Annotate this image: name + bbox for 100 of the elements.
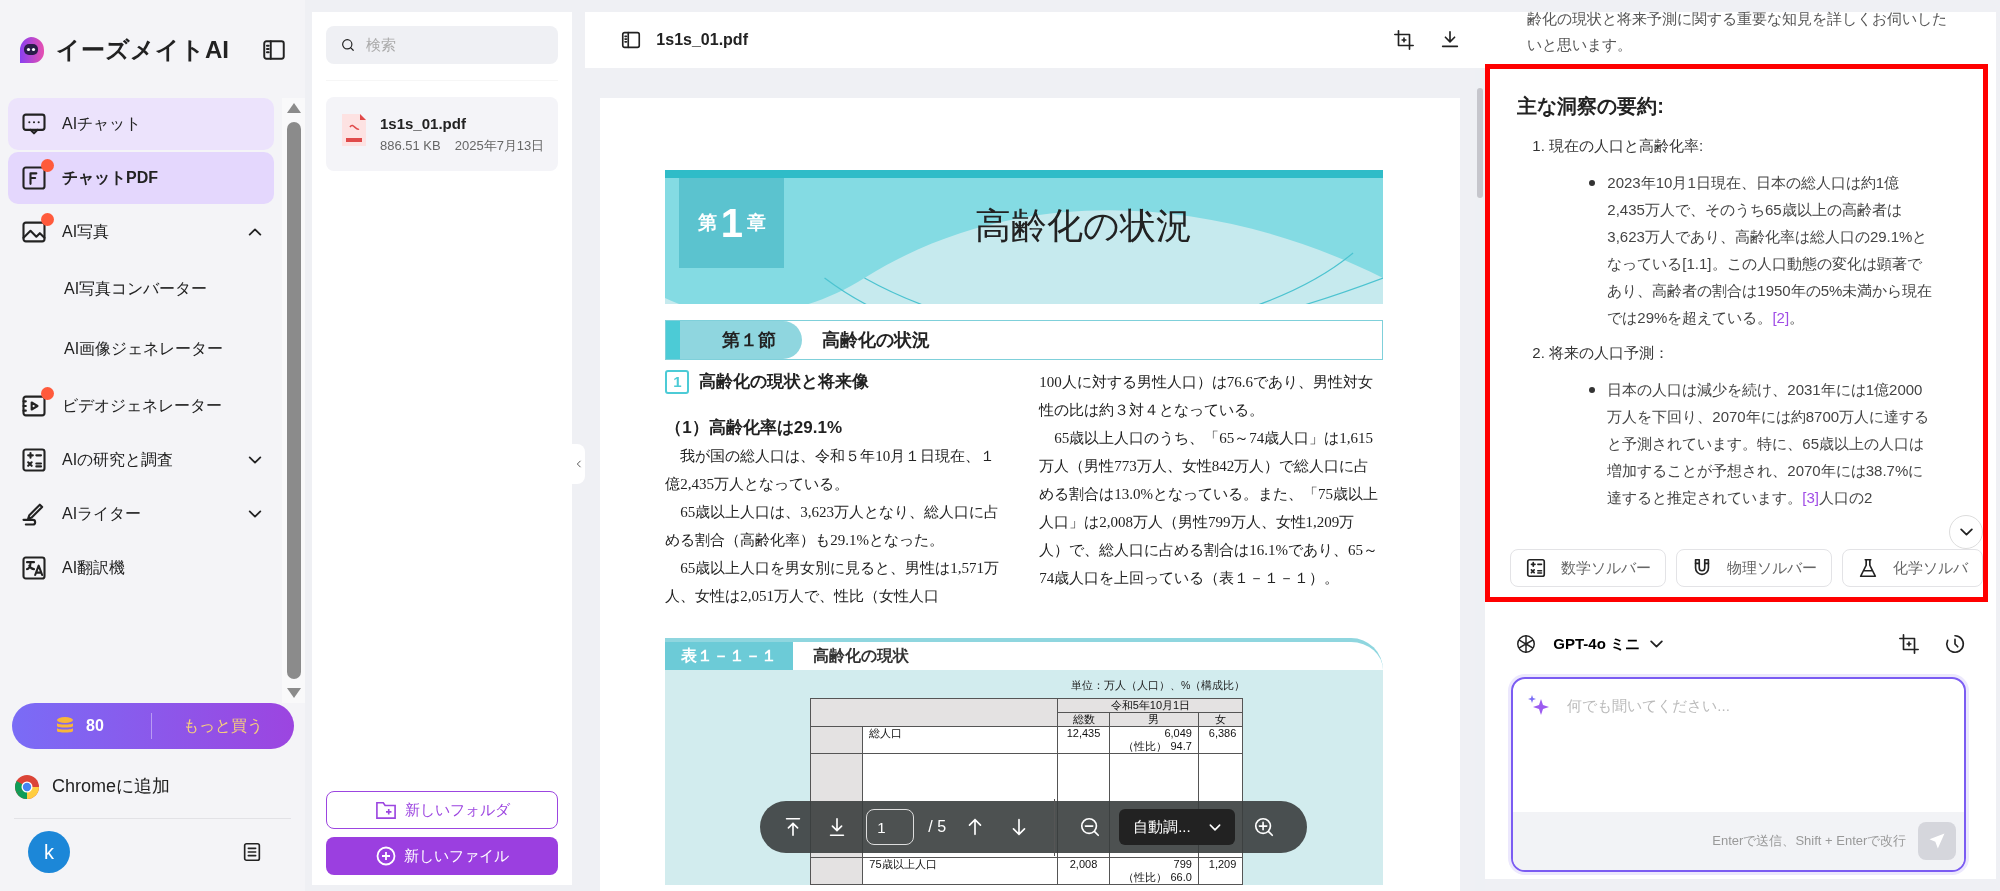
sidebar-item[interactable]: AIの研究と調査 [8, 434, 274, 486]
file-date: 2025年7月13日 [454, 136, 545, 155]
paragraph: 65歳以上人口のうち、「65～74歳人口」は1,615万人（男性773万人、女性842万人）で総人口に占める割合は13.0%となっている。また、「75歳以上人口」は2,008万人（男性799万人、女性1,209万人）で、総人口に占める割合は16.1%であり、65～74歳人口を上回っている（表１－１－１）。 [1039, 429, 1380, 588]
credits-button[interactable]: 80 もっと買う [12, 703, 294, 749]
table-label: 表１－１－１ [665, 642, 794, 670]
chevron-down-icon [248, 510, 262, 518]
solver-chip[interactable]: 数学ソルバー [1510, 549, 1667, 587]
table-cell-text: 799 [1172, 857, 1192, 871]
table-cell: 6,386 [1208, 726, 1237, 739]
sidebar-item[interactable]: AI翻訳機 [8, 542, 274, 594]
bullet-icon [1589, 387, 1596, 393]
new-folder-button[interactable]: 新しいフォルダ [326, 791, 559, 829]
search-field[interactable]: 検索 [326, 26, 559, 64]
history-icon[interactable] [1944, 633, 1967, 656]
table-cell: 66.0 [1170, 870, 1192, 883]
table-cell: 12,435 [1066, 726, 1101, 739]
sidebar-item[interactable]: AIライター [8, 488, 274, 540]
paragraph: 65歳以上人口を男女別に見ると、男性は1,571万人、女性は2,051万人で、性比（女性人口 [665, 559, 1001, 606]
solver-chip[interactable]: 化学ソルバ [1842, 549, 1984, 587]
subsection-title: 高齢化の現状と将来像 [699, 371, 870, 393]
sidebar-toggle-icon[interactable] [620, 29, 643, 51]
paragraph: 65歳以上人口は、3,623万人となり、総人口に占める割合（高齢化率）も29.1%となった。 [665, 503, 1001, 550]
chevron-down-icon [1650, 640, 1664, 649]
row-label: 総人口 [862, 726, 1058, 754]
sidebar-item[interactable]: AIチャット [8, 98, 274, 150]
citation-link[interactable]: [2] [1772, 309, 1790, 326]
scrollbar-thumb[interactable] [1477, 88, 1484, 198]
paragraph: 我が国の総人口は、令和５年10月１日現在、１億2,435万人となっている。 [665, 447, 997, 494]
bullet-text: 日本の人口は減少を続け、2031年には1億2000万人を下回り、2070年には約8700万人に達すると予測されています。特に、65歳以上の人口は増加することが予想され、2070年には38.7%に達すると推定されています。[3]人口の2 [1607, 380, 1931, 508]
file-item[interactable]: 1s1s_01.pdf 886.51 KB 2025年7月13日 [326, 97, 559, 171]
citation-link[interactable]: [3] [1802, 489, 1820, 506]
sidebar-subitem[interactable]: AI写真コンバーター [8, 260, 274, 318]
table-unit-note: 単位：万人（人口）、%（構成比） [1070, 678, 1246, 693]
translate-icon [20, 554, 48, 582]
section-title: 高齢化の状況 [821, 328, 931, 352]
sidebar-item[interactable]: チャットPDF [8, 152, 274, 204]
list-icon[interactable] [241, 841, 263, 863]
search-input[interactable]: 検索 [363, 32, 545, 58]
search-icon [340, 36, 356, 54]
table-cell: 1,209 [1208, 857, 1237, 870]
zoom-dropdown[interactable]: 自動調... [1119, 809, 1235, 845]
row-label: 75歳以上人口 [862, 857, 1058, 885]
scroll-down-button[interactable] [1949, 515, 1984, 549]
chapter-label: 第 [697, 210, 717, 235]
sidebar-item[interactable]: AI写真 [8, 206, 274, 258]
table-cell-text: 6,049 [1163, 726, 1192, 740]
bullet-text: 2023年10月1日現在、日本の総人口は約1億2,435万人で、そのうち65歳以上の高齢者は3,623万人であり、高齢化率は総人口の29.1%となっている[1.1]。この人口動態の変化は顕著であり、高齢者の割合は1950年の5%未満から現在では29%を超えている。[2]。 [1607, 173, 1934, 328]
page-number-field[interactable]: 1 [866, 809, 915, 845]
column-header: 令和5年10月1日 [1057, 698, 1243, 713]
chapter-label: 章 [746, 210, 766, 235]
scrollbar[interactable] [282, 98, 305, 703]
file-size: 886.51 KB [380, 136, 441, 155]
scroll-up-icon[interactable] [285, 102, 302, 114]
zoom-out-icon[interactable] [1079, 816, 1102, 838]
new-file-button[interactable]: 新しいファイル [326, 837, 559, 875]
ratio-label: （性比） [1123, 870, 1168, 883]
chevron-down-icon [248, 456, 262, 464]
calculator-icon [1525, 557, 1548, 579]
folder-plus-icon [374, 800, 397, 820]
file-name: 1s1s_01.pdf [380, 114, 467, 134]
table-cell: 94.7 [1170, 739, 1192, 752]
document-title: 1s1s_01.pdf [656, 30, 748, 50]
input-hint: Enterで送信、Shift + Enterで改行 [1712, 831, 1907, 850]
chevron-up-icon [248, 228, 262, 236]
ratio-label: （性比） [1123, 739, 1168, 752]
subsection-number: 1 [665, 370, 690, 394]
section-label: 第１節 [666, 321, 803, 359]
page-total: / 5 [928, 817, 947, 837]
pdf-file-icon [340, 113, 368, 147]
crop-icon[interactable] [1393, 29, 1416, 51]
zoom-in-icon[interactable] [1252, 816, 1275, 838]
collapse-handle[interactable] [572, 444, 586, 484]
plus-circle-icon [375, 846, 396, 866]
scroll-down-icon[interactable] [285, 687, 302, 699]
brand-name: イーズメイトAI [56, 35, 229, 65]
add-to-chrome-link[interactable]: Chromeに追加 [52, 773, 171, 800]
chapter-title: 高齢化の状況 [975, 204, 1193, 248]
chevron-down-icon [1208, 823, 1221, 831]
chrome-logo-icon [14, 773, 40, 800]
scrollbar-thumb[interactable] [286, 122, 301, 679]
table-title: 高齢化の現状 [813, 646, 910, 666]
calculator-icon [20, 446, 48, 474]
user-avatar[interactable]: k [28, 831, 70, 873]
solver-chip[interactable]: 物理ソルバー [1676, 549, 1833, 587]
list-heading: 1. 現在の人口と高齢化率: [1531, 136, 1705, 156]
paragraph-heading: （1）高齢化率は29.1% [665, 417, 843, 439]
list-heading: 2. 将来の人口予測： [1531, 343, 1671, 363]
table-cell: 2,008 [1069, 857, 1098, 870]
sidebar-subitem[interactable]: AI画像ジェネレーター [8, 320, 274, 378]
message-text: 齢化の現状と将来予測に関する重要な知見を詳しくお伺いしたいと思います。 [1526, 9, 1949, 55]
chevron-down-icon [1959, 528, 1973, 536]
model-logo-icon [1515, 633, 1538, 656]
model-dropdown[interactable]: GPT-4o ミニ [1547, 632, 1670, 657]
sidebar-item[interactable]: ビデオジェネレーター [8, 380, 274, 432]
answer-title: 主な洞察の要約: [1517, 94, 1665, 119]
chapter-number: 1 [720, 200, 743, 247]
bullet-icon [1589, 180, 1596, 186]
crop-icon[interactable] [1898, 633, 1921, 656]
document-icon [20, 164, 48, 192]
sidebar-toggle-icon[interactable] [261, 37, 287, 63]
